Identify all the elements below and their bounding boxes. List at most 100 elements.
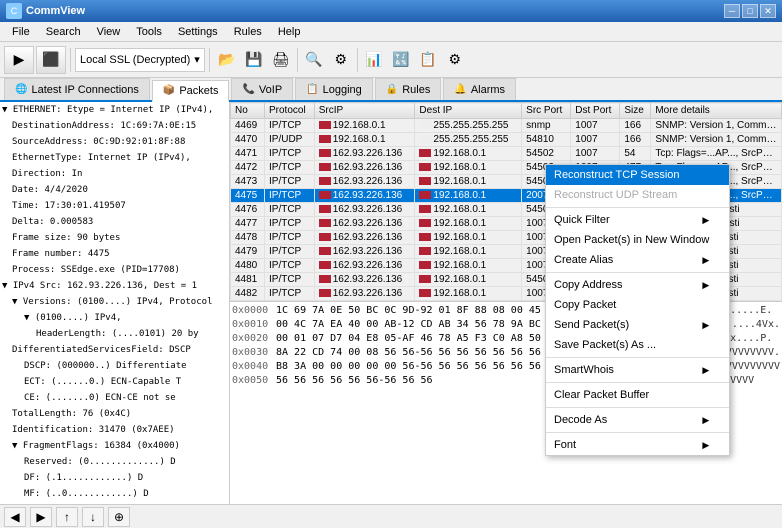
tree-item-dscp[interactable]: DifferentiatedServicesField: DSCP xyxy=(0,342,229,358)
tree-item-ce[interactable]: CE: (.......0) ECN-CE not se xyxy=(0,390,229,406)
tree-item-frameno[interactable]: Frame number: 4475 xyxy=(0,246,229,262)
tree-item-totallen[interactable]: TotalLength: 76 (0x4C) xyxy=(0,406,229,422)
menu-rules[interactable]: Rules xyxy=(226,24,270,40)
search-button[interactable]: 🔍 xyxy=(301,47,327,73)
tree-item-delta[interactable]: Delta: 0.000583 xyxy=(0,214,229,230)
cell-no: 4479 xyxy=(231,245,265,259)
tab-voip[interactable]: 📞 VoIP xyxy=(231,78,293,100)
col-protocol[interactable]: Protocol xyxy=(265,103,315,119)
ctx-item-label: Font xyxy=(554,439,576,451)
cell-proto: IP/TCP xyxy=(265,161,315,175)
col-details[interactable]: More details xyxy=(651,103,782,119)
col-srcip[interactable]: SrcIP xyxy=(314,103,415,119)
ctx-item-smartwhois[interactable]: SmartWhois▶ xyxy=(546,360,729,380)
tab-ip-connections[interactable]: 🌐 Latest IP Connections xyxy=(4,78,150,100)
tree-item-etype[interactable]: EthernetType: Internet IP (IPv4), xyxy=(0,150,229,166)
context-menu-separator xyxy=(546,432,729,433)
tabs-bar: 🌐 Latest IP Connections 📦 Packets 📞 VoIP… xyxy=(0,78,782,102)
ctx-item-quick-filter[interactable]: Quick Filter▶ xyxy=(546,210,729,230)
tree-item-v4[interactable]: ▼ (0100....) IPv4, xyxy=(0,310,229,326)
tab-packets-label: Packets xyxy=(179,85,218,97)
tree-item-src-addr[interactable]: SourceAddress: 0C:9D:92:01:8F:88 xyxy=(0,134,229,150)
cell-dport: 1007 xyxy=(571,147,620,161)
tree-item-dscp-val[interactable]: DSCP: (000000..) Differentiate xyxy=(0,358,229,374)
tree-item-reserved[interactable]: Reserved: (0.............) D xyxy=(0,454,229,470)
ctx-item-send-packets[interactable]: Send Packet(s)▶ xyxy=(546,315,729,335)
menu-settings[interactable]: Settings xyxy=(170,24,226,40)
filter-button[interactable]: ⚙ xyxy=(328,47,354,73)
tree-item-versions[interactable]: ▼ Versions: (0100....) IPv4, Protocol xyxy=(0,294,229,310)
tree-item-df[interactable]: DF: (.1............) D xyxy=(0,470,229,486)
tree-item-ethernet[interactable]: ▼ ETHERNET: Etype = Internet IP (IPv4), xyxy=(0,102,229,118)
start-capture-button[interactable]: ▶ xyxy=(4,46,34,74)
table-row[interactable]: 4470 IP/UDP 192.168.0.1 255.255.255.255 … xyxy=(231,133,782,147)
tree-item-ident[interactable]: Identification: 31470 (0x7AEE) xyxy=(0,422,229,438)
alias-button[interactable]: 📋 xyxy=(415,47,441,73)
cell-details: SNMP: Version 1, Community: canon, xyxy=(651,133,782,147)
col-size[interactable]: Size xyxy=(620,103,651,119)
add-button[interactable]: ⊕ xyxy=(108,507,130,527)
tree-item-fragflags[interactable]: ▼ FragmentFlags: 16384 (0x4000) xyxy=(0,438,229,454)
tab-logging[interactable]: 📋 Logging xyxy=(295,78,373,100)
table-row[interactable]: 4471 IP/TCP 162.93.226.136 192.168.0.1 5… xyxy=(231,147,782,161)
ctx-item-clear-buffer[interactable]: Clear Packet Buffer xyxy=(546,385,729,405)
print-button[interactable]: 🖨 xyxy=(268,47,294,73)
col-sport[interactable]: Src Port xyxy=(522,103,571,119)
col-no[interactable]: No xyxy=(231,103,265,119)
tree-item-ect[interactable]: ECT: (......0.) ECN-Capable T xyxy=(0,374,229,390)
menu-tools[interactable]: Tools xyxy=(128,24,170,40)
capture-mode-dropdown[interactable]: Local SSL (Decrypted) ▾ xyxy=(75,48,205,72)
save-button[interactable]: 💾 xyxy=(241,47,267,73)
decode-button[interactable]: 🔣 xyxy=(388,47,414,73)
app-icon: C xyxy=(6,3,22,19)
stats-button[interactable]: 📊 xyxy=(361,47,387,73)
minimize-button[interactable]: ─ xyxy=(724,4,740,18)
table-row[interactable]: 4469 IP/TCP 192.168.0.1 255.255.255.255 … xyxy=(231,119,782,133)
col-dstip[interactable]: Dest IP xyxy=(415,103,522,119)
tree-item-time[interactable]: Time: 17:30:01.419507 xyxy=(0,198,229,214)
menu-view[interactable]: View xyxy=(89,24,129,40)
tree-item-date[interactable]: Date: 4/4/2020 xyxy=(0,182,229,198)
tab-rules[interactable]: 🔒 Rules xyxy=(375,78,442,100)
ctx-submenu-arrow: ▶ xyxy=(702,440,709,451)
ctx-item-reconstruct-tcp[interactable]: Reconstruct TCP Session xyxy=(546,165,729,185)
tree-item-mf[interactable]: MF: (..0............) D xyxy=(0,486,229,502)
context-menu-separator xyxy=(546,407,729,408)
ctx-item-open-new-window[interactable]: Open Packet(s) in New Window xyxy=(546,230,729,250)
settings-button[interactable]: ⚙ xyxy=(442,47,468,73)
title-bar: C CommView ─ □ ✕ xyxy=(0,0,782,22)
cell-no: 4483 xyxy=(231,301,265,303)
close-button[interactable]: ✕ xyxy=(760,4,776,18)
nav-down-button[interactable]: ↓ xyxy=(82,507,104,527)
nav-prev-button[interactable]: ◀ xyxy=(4,507,26,527)
cell-no: 4473 xyxy=(231,175,265,189)
tree-item-headerlen[interactable]: HeaderLength: (....0101) 20 by xyxy=(0,326,229,342)
menu-file[interactable]: File xyxy=(4,24,38,40)
ctx-item-save-packets-as[interactable]: Save Packet(s) As ... xyxy=(546,335,729,355)
maximize-button[interactable]: □ xyxy=(742,4,758,18)
tab-packets[interactable]: 📦 Packets xyxy=(152,80,230,102)
ctx-item-font[interactable]: Font ▶ xyxy=(546,435,729,455)
tree-item-process[interactable]: Process: SSEdge.exe (PID=17708) xyxy=(0,262,229,278)
tree-item-framesize[interactable]: Frame size: 90 bytes xyxy=(0,230,229,246)
ctx-item-create-alias[interactable]: Create Alias▶ xyxy=(546,250,729,270)
tree-item-ipv4[interactable]: ▼ IPv4 Src: 162.93.226.136, Dest = 1 xyxy=(0,278,229,294)
tab-alarms[interactable]: 🔔 Alarms xyxy=(443,78,516,100)
tree-item-offset[interactable]: Offset: (..0000000000000) D xyxy=(0,502,229,504)
menu-help[interactable]: Help xyxy=(270,24,309,40)
menu-search[interactable]: Search xyxy=(38,24,89,40)
window-controls[interactable]: ─ □ ✕ xyxy=(724,4,776,18)
nav-up-button[interactable]: ↑ xyxy=(56,507,78,527)
cell-proto: IP/TCP xyxy=(265,245,315,259)
ctx-item-decode-as[interactable]: Decode As▶ xyxy=(546,410,729,430)
hex-addr: 0x0050 xyxy=(232,374,272,388)
tree-item-direction[interactable]: Direction: In xyxy=(0,166,229,182)
col-dport[interactable]: Dst Port xyxy=(571,103,620,119)
open-button[interactable]: 📂 xyxy=(214,47,240,73)
stop-capture-button[interactable]: ⬛ xyxy=(36,46,66,74)
ctx-item-copy-packet[interactable]: Copy Packet xyxy=(546,295,729,315)
ctx-item-copy-address[interactable]: Copy Address▶ xyxy=(546,275,729,295)
tree-item-dst-addr[interactable]: DestinationAddress: 1C:69:7A:0E:15 xyxy=(0,118,229,134)
nav-next-button[interactable]: ▶ xyxy=(30,507,52,527)
cell-srcip: 162.93.226.136 xyxy=(314,203,415,217)
